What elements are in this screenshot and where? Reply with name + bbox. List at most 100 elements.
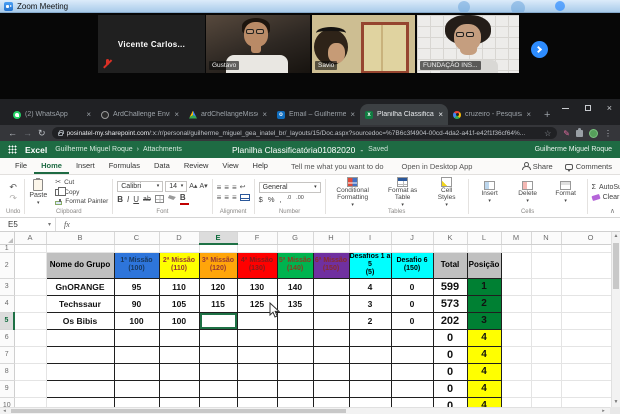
currency-button[interactable]: $ [259, 195, 263, 204]
mission-5-cell[interactable] [277, 346, 313, 363]
table-header-cell[interactable]: 4ª Missão(130) [237, 252, 277, 278]
comments-button[interactable]: Comments [565, 162, 612, 171]
cell[interactable] [531, 363, 561, 380]
mission-5-cell[interactable]: 135 [277, 295, 313, 312]
conditional-formatting-button[interactable]: Conditional Formatting▾ [330, 177, 376, 208]
cell[interactable] [46, 244, 114, 252]
cell[interactable] [501, 329, 531, 346]
mission-2-cell[interactable]: 110 [159, 278, 199, 295]
posicao-cell[interactable]: 4 [467, 363, 501, 380]
desafio-6-cell[interactable] [391, 380, 433, 397]
cell[interactable] [531, 295, 561, 312]
posicao-cell[interactable]: 4 [467, 329, 501, 346]
table-header-cell[interactable]: 2ª Missão(110) [159, 252, 199, 278]
url-bar[interactable]: posinatel-my.sharepoint.com/:x:/r/person… [52, 127, 558, 139]
menu-insert[interactable]: Insert [69, 158, 102, 174]
autosum-button[interactable]: ΣAutoSum▾ [592, 184, 620, 191]
desafios-1-5-cell[interactable]: 2 [349, 312, 391, 329]
cell[interactable] [531, 329, 561, 346]
mission-2-cell[interactable] [159, 346, 199, 363]
cell[interactable] [501, 252, 531, 278]
cell[interactable] [501, 363, 531, 380]
browser-tab[interactable]: ardChellangeMissoes -× [184, 104, 272, 125]
column-header-K[interactable]: K [433, 232, 467, 244]
cell[interactable] [531, 278, 561, 295]
horizontal-scroll-thumb[interactable] [11, 409, 346, 413]
cell[interactable] [14, 244, 46, 252]
group-name-cell[interactable]: Os Bibis [46, 312, 114, 329]
mission-1-cell[interactable] [114, 363, 159, 380]
shrink-font-button[interactable]: A▾ [199, 182, 207, 190]
maximize-icon[interactable] [585, 105, 591, 111]
cell[interactable] [531, 380, 561, 397]
posicao-cell[interactable]: 1 [467, 278, 501, 295]
italic-button[interactable]: I [127, 195, 129, 204]
pencil-extension-icon[interactable]: ✎ [563, 129, 570, 138]
mission-5-cell[interactable] [277, 312, 313, 329]
insert-cells-button[interactable]: Insert▾ [473, 181, 507, 204]
cell[interactable] [14, 329, 46, 346]
menu-formulas[interactable]: Formulas [102, 158, 147, 174]
number-format-select[interactable]: General▾ [259, 182, 321, 193]
posicao-cell[interactable]: 3 [467, 312, 501, 329]
mission-4-cell[interactable]: 130 [237, 278, 277, 295]
cell[interactable] [14, 346, 46, 363]
group-name-cell[interactable] [46, 363, 114, 380]
row-header-6[interactable]: 6 [0, 329, 14, 346]
table-header-cell[interactable]: Desafios 1 a 5(5) [349, 252, 391, 278]
format-cells-button[interactable]: Format▾ [549, 181, 583, 204]
column-header-L[interactable]: L [467, 232, 501, 244]
participant-video-savio[interactable]: Savio [312, 15, 415, 73]
total-cell[interactable]: 599 [433, 278, 467, 295]
menu-home[interactable]: Home [34, 158, 69, 174]
close-window-icon[interactable]: × [607, 104, 612, 112]
group-name-cell[interactable] [46, 346, 114, 363]
cell[interactable] [114, 244, 159, 252]
desafios-1-5-cell[interactable] [349, 346, 391, 363]
breadcrumb-folder[interactable]: Attachments [143, 146, 182, 153]
row-header-7[interactable]: 7 [0, 346, 14, 363]
mission-6-cell[interactable] [313, 363, 349, 380]
align-right-button[interactable]: ≡ [232, 194, 237, 202]
decrease-decimal-button[interactable]: .00 [296, 196, 304, 202]
font-family-select[interactable]: Calibri▾ [117, 181, 163, 192]
merge-center-button[interactable] [240, 194, 250, 201]
cell[interactable] [391, 244, 433, 252]
align-center-button[interactable]: ≡ [224, 194, 229, 202]
undo-button[interactable]: ↶ [9, 183, 17, 192]
fill-color-button[interactable] [168, 195, 176, 200]
extensions-puzzle-icon[interactable] [576, 130, 583, 137]
column-header-I[interactable]: I [349, 232, 391, 244]
browser-tab[interactable]: Email – Guilherme Mig...× [272, 104, 360, 125]
next-participants-button[interactable] [531, 41, 548, 58]
column-header-B[interactable]: B [46, 232, 114, 244]
browser-tab[interactable]: ArdChallenge Envios× [96, 104, 184, 125]
new-tab-button[interactable]: + [544, 109, 550, 121]
cell[interactable] [199, 244, 237, 252]
mission-3-cell[interactable]: 115 [199, 295, 237, 312]
mission-1-cell[interactable] [114, 380, 159, 397]
mission-6-cell[interactable] [313, 329, 349, 346]
font-size-select[interactable]: 14▾ [165, 181, 187, 192]
desafios-1-5-cell[interactable] [349, 363, 391, 380]
mission-2-cell[interactable] [159, 380, 199, 397]
format-painter-button[interactable]: Format Painter [55, 198, 108, 206]
select-all-corner[interactable] [0, 232, 14, 244]
cell[interactable] [237, 244, 277, 252]
cell[interactable] [14, 252, 46, 278]
total-cell[interactable]: 202 [433, 312, 467, 329]
paste-button[interactable]: Paste ▾ [29, 179, 51, 206]
cell[interactable] [501, 295, 531, 312]
mission-2-cell[interactable] [159, 329, 199, 346]
vertical-scroll-thumb[interactable] [613, 243, 619, 289]
cell[interactable] [14, 295, 46, 312]
mission-5-cell[interactable]: 140 [277, 278, 313, 295]
desafio-6-cell[interactable] [391, 329, 433, 346]
desafio-6-cell[interactable]: 0 [391, 312, 433, 329]
row-header-2[interactable]: 2 [0, 252, 14, 278]
waffle-menu-icon[interactable] [8, 145, 17, 154]
group-name-cell[interactable]: GnORANGE [46, 278, 114, 295]
row-header-3[interactable]: 3 [0, 278, 14, 295]
profile-avatar[interactable] [589, 129, 598, 138]
bold-button[interactable]: B [117, 195, 123, 204]
